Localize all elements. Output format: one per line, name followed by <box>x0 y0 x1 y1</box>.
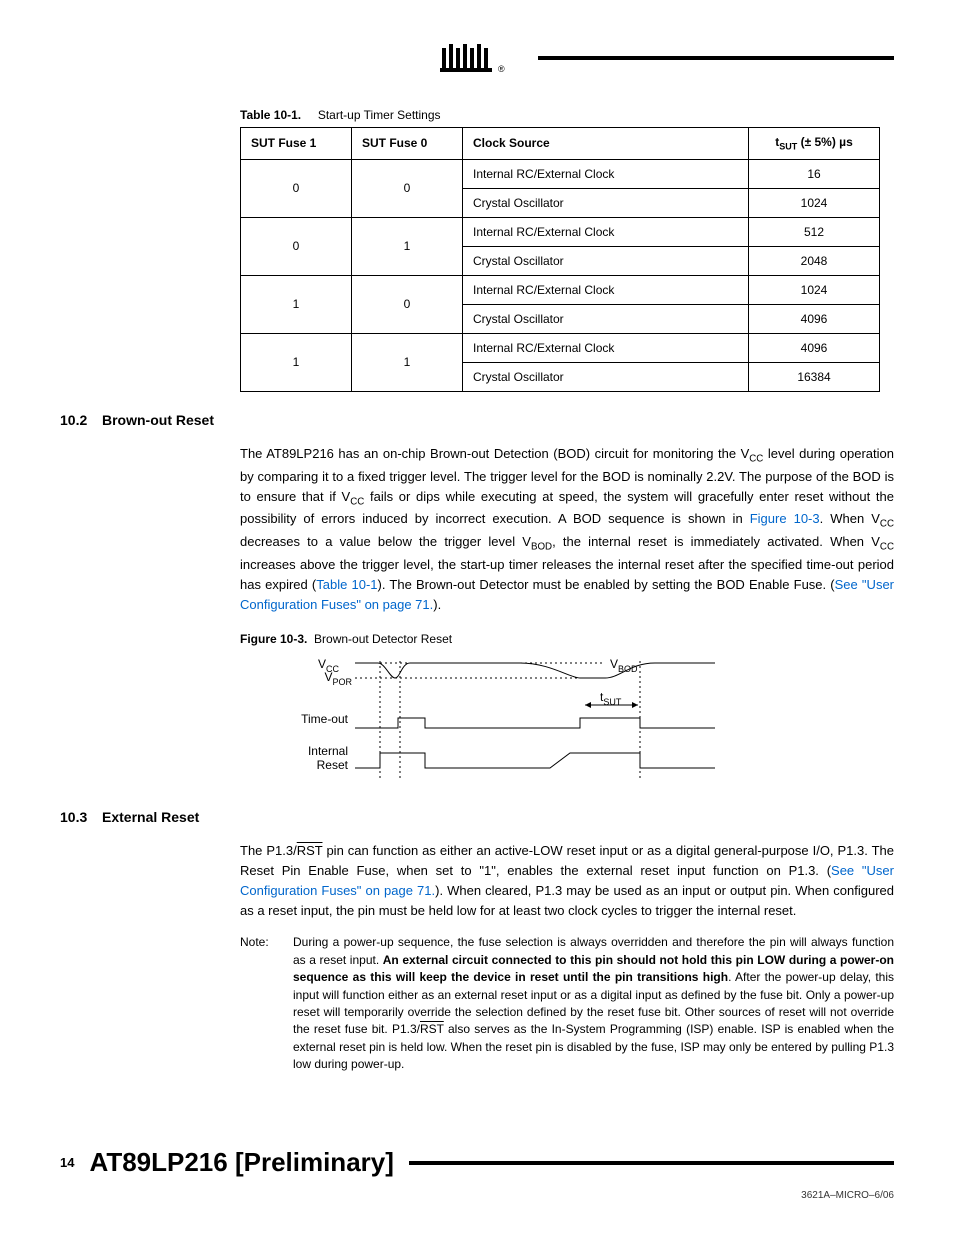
table-caption: Table 10-1. Start-up Timer Settings <box>240 106 894 124</box>
cell: 4096 <box>749 333 880 362</box>
cell: Internal RC/External Clock <box>463 159 749 188</box>
cell: Internal RC/External Clock <box>463 217 749 246</box>
cell: 1 <box>241 333 352 391</box>
section-10-3-heading: 10.3External Reset <box>60 807 894 828</box>
cell: Internal RC/External Clock <box>463 275 749 304</box>
doc-title: AT89LP216 [Preliminary] <box>89 1143 393 1182</box>
cell: Internal RC/External Clock <box>463 333 749 362</box>
figure-caption: Figure 10-3. Brown-out Detector Reset <box>240 630 894 648</box>
cell: 512 <box>749 217 880 246</box>
svg-text:Reset: Reset <box>317 758 349 772</box>
th-clock: Clock Source <box>463 128 749 160</box>
th-fuse0: SUT Fuse 0 <box>352 128 463 160</box>
section-10-3-body: The P1.3/RST pin can function as either … <box>240 841 894 922</box>
cell: 0 <box>241 217 352 275</box>
th-tsut: tSUT (± 5%) µs <box>749 128 880 160</box>
section-10-2-body: The AT89LP216 has an on-chip Brown-out D… <box>240 444 894 615</box>
footer: 14 AT89LP216 [Preliminary] <box>60 1143 894 1182</box>
svg-text:®: ® <box>498 64 505 74</box>
note-body: During a power-up sequence, the fuse sel… <box>293 934 894 1073</box>
cell: 1 <box>352 217 463 275</box>
note-label: Note: <box>240 934 275 1073</box>
note-block: Note: During a power-up sequence, the fu… <box>240 934 894 1073</box>
section-10-2-heading: 10.2Brown-out Reset <box>60 410 894 431</box>
cell: 16384 <box>749 362 880 391</box>
cell: 1 <box>352 333 463 391</box>
brown-out-figure: VCC VPOR VBOD tSUT Time-out Internal Res… <box>260 653 730 783</box>
cell: Crystal Oscillator <box>463 304 749 333</box>
cell: Crystal Oscillator <box>463 362 749 391</box>
cell: Crystal Oscillator <box>463 188 749 217</box>
startup-timer-table: SUT Fuse 1 SUT Fuse 0 Clock Source tSUT … <box>240 127 880 392</box>
svg-text:Internal: Internal <box>308 744 348 758</box>
header-rule <box>538 56 894 60</box>
cell: 1 <box>241 275 352 333</box>
cell: 16 <box>749 159 880 188</box>
header-logo-row: ® <box>440 40 894 76</box>
table-label: Table 10-1. <box>240 108 301 122</box>
atmel-logo: ® <box>440 40 530 76</box>
cell: 0 <box>352 159 463 217</box>
svg-text:tSUT: tSUT <box>600 690 622 707</box>
cell: 0 <box>241 159 352 217</box>
footer-rule <box>409 1161 894 1165</box>
table-title: Start-up Timer Settings <box>318 108 441 122</box>
cell: 2048 <box>749 246 880 275</box>
link-figure-10-3[interactable]: Figure 10-3 <box>750 511 820 526</box>
cell: 1024 <box>749 188 880 217</box>
cell: 0 <box>352 275 463 333</box>
cell: 4096 <box>749 304 880 333</box>
doc-id: 3621A–MICRO–6/06 <box>60 1188 894 1203</box>
cell: 1024 <box>749 275 880 304</box>
link-table-10-1[interactable]: Table 10-1 <box>316 577 377 592</box>
svg-text:Time-out: Time-out <box>301 712 349 726</box>
cell: Crystal Oscillator <box>463 246 749 275</box>
th-fuse1: SUT Fuse 1 <box>241 128 352 160</box>
svg-text:VBOD: VBOD <box>610 657 638 674</box>
page-number: 14 <box>60 1153 74 1173</box>
